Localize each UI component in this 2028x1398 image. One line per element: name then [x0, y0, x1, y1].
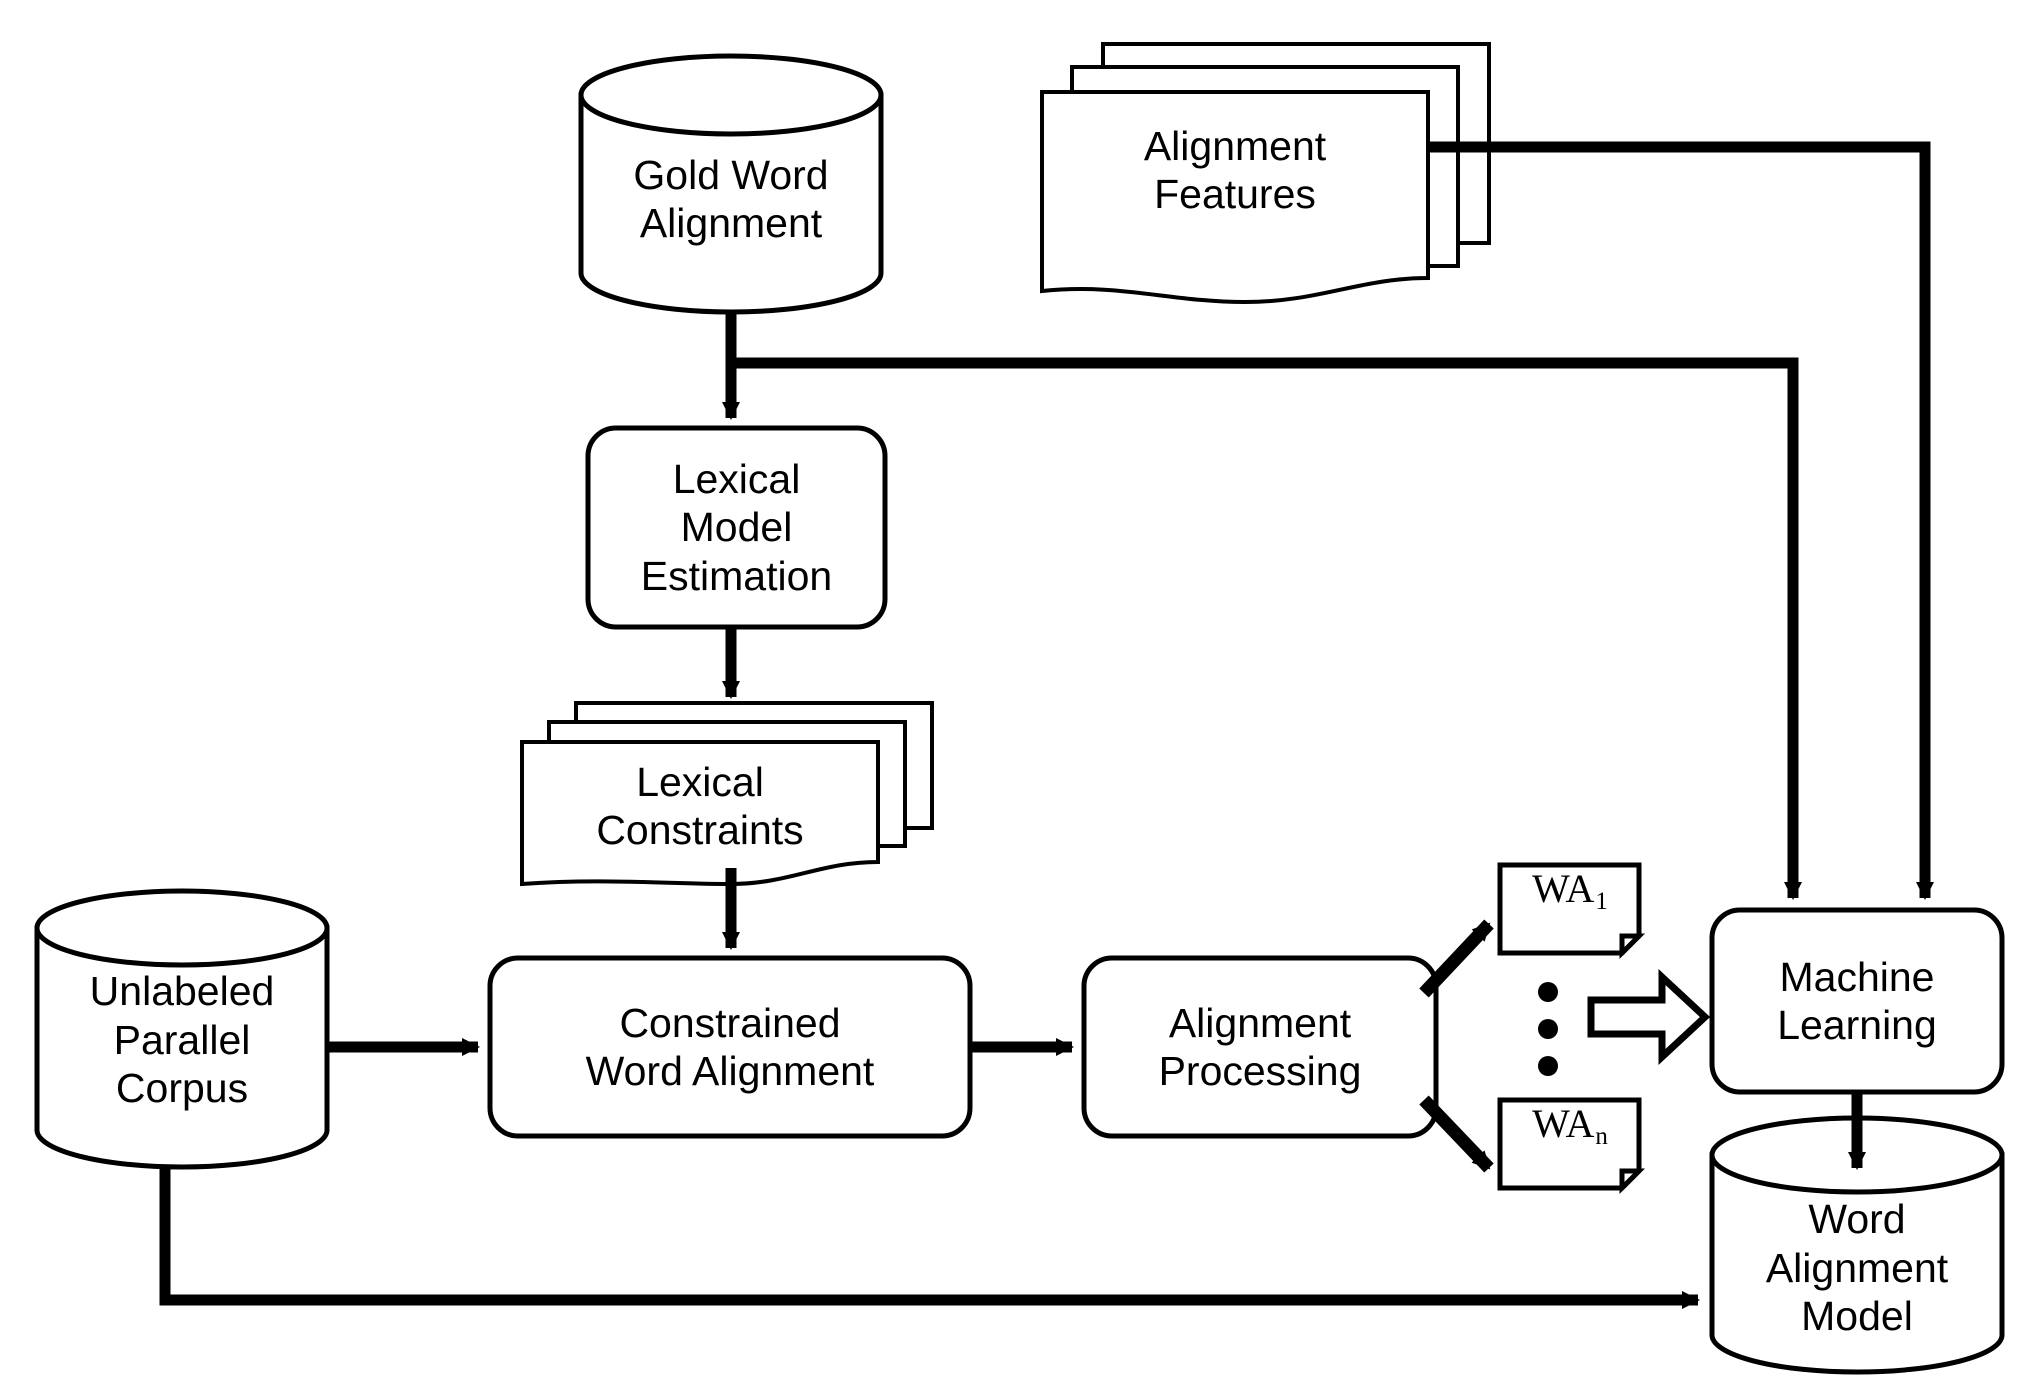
- node-gold-word-alignment: [578, 53, 884, 315]
- diagram-graphics: [34, 42, 2005, 1375]
- edge-corpus-to-word-alignment-model: [159, 1167, 1700, 1309]
- edge-processing-to-wa-first: [1419, 919, 1494, 998]
- node-lexical-model-estimation: [585, 425, 888, 630]
- node-constrained-word-alignment: [487, 955, 973, 1139]
- edge-processing-to-wa-last: [1419, 1095, 1494, 1173]
- node-lexical-constraints: [520, 701, 934, 887]
- vertical-dots-icon: [1538, 982, 1558, 1076]
- edge-wa-set-to-machine-learning: [1587, 968, 1711, 1066]
- node-unlabeled-parallel-corpus: [34, 888, 330, 1170]
- node-alignment-processing: [1081, 955, 1439, 1139]
- edge-features-to-machine-learning: [1428, 141, 1934, 900]
- diagram-canvas: Gold Word Alignment Alignment Features L…: [0, 0, 2028, 1398]
- node-wa-first: [1497, 862, 1646, 960]
- node-machine-learning: [1709, 907, 2005, 1095]
- node-wa-last: [1497, 1097, 1646, 1195]
- node-alignment-features: [1040, 42, 1491, 305]
